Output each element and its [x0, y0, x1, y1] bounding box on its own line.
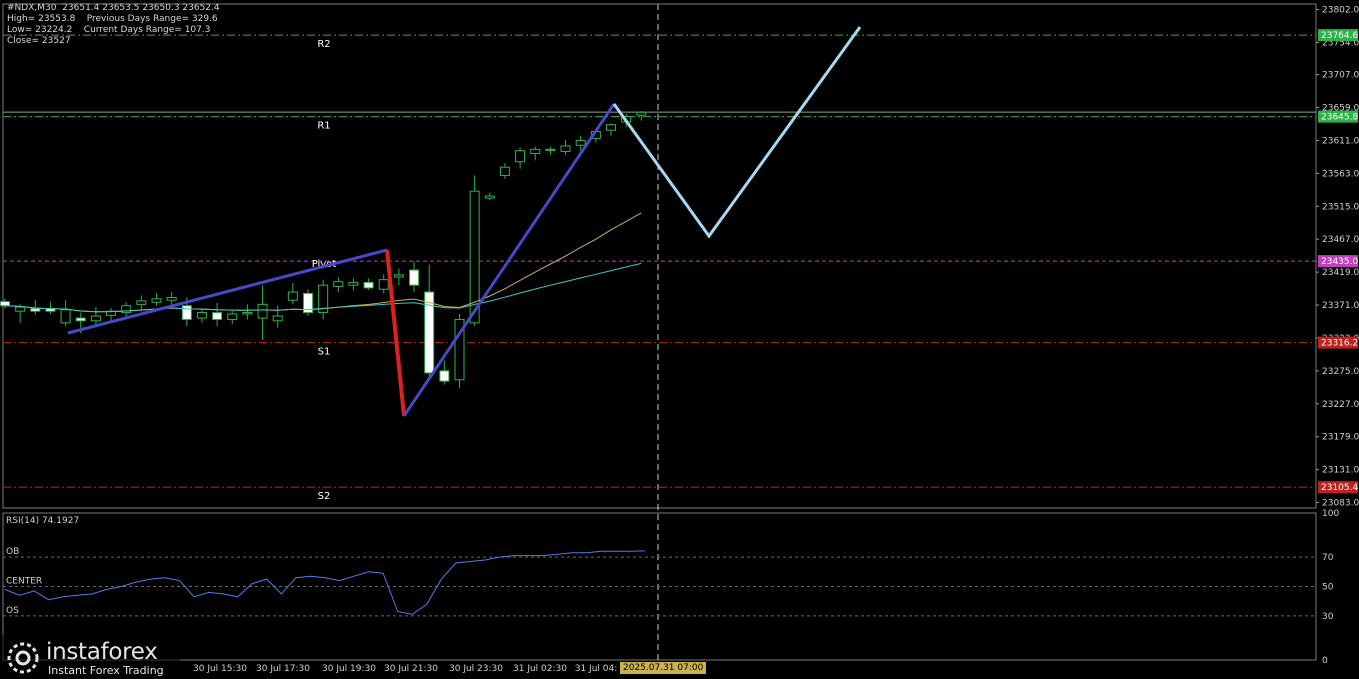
instaforex-logo: instaforex Instant Forex Trading	[0, 635, 180, 679]
candle-body	[409, 269, 420, 286]
candle-body	[363, 281, 374, 289]
level-price-label: 23316.2	[1321, 339, 1358, 349]
candle-body	[333, 281, 344, 288]
main-panel-frame	[2, 3, 1317, 509]
logo-tagline: Instant Forex Trading	[48, 664, 164, 677]
info-line: High= 23553.8 Previous Days Range= 329.6	[7, 14, 218, 24]
price-chart[interactable]: 23802.023754.023707.023659.023611.023563…	[0, 0, 1359, 679]
level-price-label: 23645.8	[1321, 113, 1358, 123]
level-name-s2: S2	[318, 491, 331, 502]
candle-body	[545, 148, 556, 151]
price-axis-label: 23419.0	[1322, 268, 1359, 278]
price-axis-label: 23707.0	[1322, 71, 1359, 81]
price-axis-label: 23611.0	[1322, 136, 1359, 146]
level-name-r2: R2	[317, 39, 330, 50]
candle-body	[242, 312, 253, 315]
price-axis-label: 23802.0	[1322, 5, 1359, 15]
time-axis-label: 30 Jul 17:30	[256, 664, 310, 674]
candle-body	[257, 303, 268, 319]
price-axis-label: 23227.0	[1322, 400, 1359, 410]
info-line: Low= 23224.2 Current Days Range= 107.3	[7, 25, 211, 35]
candle-body	[15, 306, 26, 312]
level-price-label: 23764.6	[1321, 31, 1358, 41]
candle-body	[30, 307, 41, 312]
price-axis-label: 23371.0	[1322, 301, 1359, 311]
price-axis-label: 23275.0	[1322, 367, 1359, 377]
candle-body	[75, 317, 86, 322]
time-axis-label: 31 Jul 02:30	[513, 664, 567, 674]
candle-body	[272, 315, 283, 322]
level-name-s1: S1	[318, 347, 331, 358]
candle-body	[181, 305, 192, 320]
rsi-axis-label: 30	[1322, 612, 1334, 622]
candle-body	[378, 279, 389, 290]
price-axis-label: 23515.0	[1322, 202, 1359, 212]
time-axis-label: 30 Jul 15:30	[193, 664, 247, 674]
candle-body	[484, 195, 495, 199]
candle-body	[151, 298, 162, 303]
price-axis-label: 23131.0	[1322, 466, 1359, 476]
level-price-label: 23435.0	[1321, 257, 1358, 267]
candle-body	[439, 370, 450, 382]
price-axis-label: 23083.0	[1322, 499, 1359, 509]
info-line: Close= 23527	[7, 36, 71, 46]
candle-body	[515, 150, 526, 163]
trendline-blue-rally	[402, 103, 616, 417]
rsi-line	[4, 550, 646, 615]
candle-body	[560, 145, 571, 152]
candle-body	[348, 281, 359, 286]
candle-body	[60, 309, 71, 324]
candle-body	[136, 300, 147, 305]
price-axis-label: 23179.0	[1322, 433, 1359, 443]
crosshair-time-tag: 2025.07.31 07:00	[620, 662, 707, 674]
rsi-axis-label: 0	[1322, 656, 1328, 666]
price-axis-label: 23563.0	[1322, 169, 1359, 179]
rsi-axis-label: 100	[1322, 509, 1339, 519]
logo-name: instaforex	[46, 639, 158, 665]
rsi-level-label: OS	[6, 606, 19, 616]
candle-body	[166, 296, 177, 301]
candle-body	[499, 166, 510, 176]
trendline-blue-up	[67, 248, 388, 335]
candle-body	[227, 313, 238, 320]
rsi-level-label: CENTER	[6, 577, 42, 587]
symbol-info: #NDX,M30 23651.4 23653.5 23650.3 23652.4…	[7, 3, 220, 47]
time-axis-label: 30 Jul 19:30	[322, 664, 376, 674]
rsi-axis-label: 50	[1322, 583, 1334, 593]
level-name-r1: R1	[317, 121, 330, 132]
time-axis-label: 30 Jul 21:30	[384, 664, 438, 674]
candle-body	[287, 291, 298, 301]
candle-body	[393, 274, 404, 278]
candle-body	[636, 111, 647, 116]
symbol-line: #NDX,M30 23651.4 23653.5 23650.3 23652.4	[7, 3, 220, 13]
level-price-label: 23105.4	[1321, 483, 1358, 493]
candle-body	[575, 139, 586, 146]
rsi-level-label: OB	[6, 547, 19, 557]
candle-body	[530, 148, 541, 154]
rsi-axis-label: 70	[1322, 553, 1334, 563]
candle-body	[90, 315, 101, 322]
rsi-label: RSI(14) 74.1927	[6, 516, 79, 526]
projection-path	[612, 26, 862, 239]
logo-icon	[7, 642, 39, 674]
price-axis-label: 23467.0	[1322, 235, 1359, 245]
candle-body	[212, 312, 223, 320]
time-axis-label: 30 Jul 23:30	[449, 664, 503, 674]
candle-body	[196, 312, 207, 319]
time-axis-label: 31 Jul 04:	[575, 664, 618, 674]
candle-body	[606, 124, 616, 131]
candle-body	[0, 301, 10, 307]
